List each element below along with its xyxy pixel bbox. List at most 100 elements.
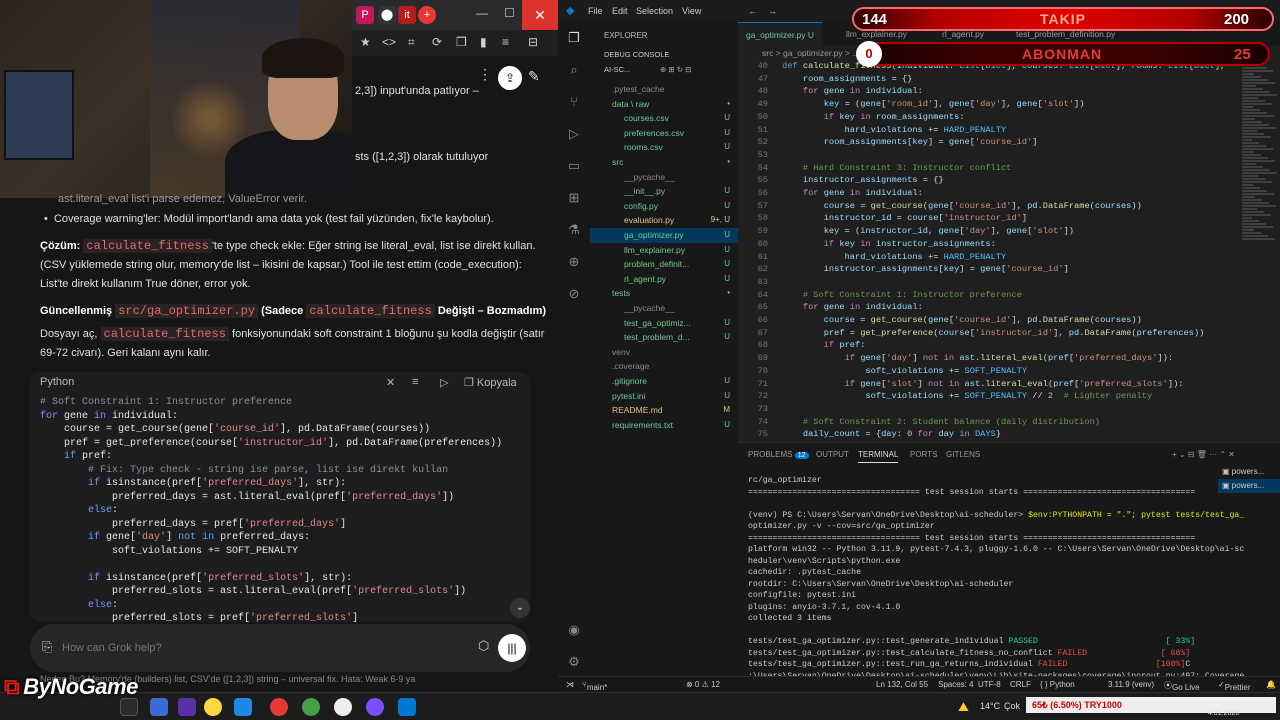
encoding[interactable]: UTF-8 xyxy=(978,680,1001,689)
store-icon[interactable] xyxy=(234,698,252,716)
new-tab-icon[interactable]: + xyxy=(418,6,436,24)
terminal-instance[interactable]: ▣ powers... xyxy=(1218,465,1280,479)
menu-icon[interactable]: ≡ xyxy=(502,35,509,49)
search-icon[interactable]: ⌕ xyxy=(566,62,582,78)
settings-gear-icon[interactable]: ⚙ xyxy=(566,654,582,670)
maximize-icon[interactable]: ☐ xyxy=(504,6,515,20)
remote-icon[interactable]: ▭ xyxy=(566,158,582,174)
explorer-app-icon[interactable] xyxy=(120,698,138,716)
new-terminal-icon[interactable]: + ⌄ ⊟ 🗑 ··· ⌃ ✕ xyxy=(1172,450,1235,459)
file-tree-item[interactable]: courses.csv U xyxy=(590,111,738,126)
file-tree-item[interactable]: test_ga_optimiz... U xyxy=(590,316,738,331)
file-tree-item[interactable]: tests • xyxy=(590,286,738,301)
file-tree-item[interactable]: .gitignore U xyxy=(590,374,738,389)
extensions-icon[interactable]: ⊞ xyxy=(566,190,582,206)
menu-file[interactable]: File xyxy=(588,6,603,16)
file-tree-item[interactable]: __pycache__ xyxy=(590,170,738,185)
terminal-instance[interactable]: ▣ powers... xyxy=(1218,479,1280,493)
app-icon[interactable] xyxy=(150,698,168,716)
file-tree-item[interactable]: preferences.csv U xyxy=(590,126,738,141)
file-tree-item[interactable]: test_problem_d... U xyxy=(590,330,738,345)
notifications-icon[interactable]: 🔔 xyxy=(1266,680,1276,689)
forward-icon[interactable]: → xyxy=(768,6,777,16)
source-control-icon[interactable]: ⑂ xyxy=(566,94,582,110)
file-tree-item[interactable]: __pycache__ xyxy=(590,301,738,316)
file-tree-item[interactable]: ga_optimizer.py U xyxy=(590,228,738,243)
minimize-icon[interactable]: — xyxy=(476,6,488,20)
voice-button[interactable]: ||| xyxy=(498,634,526,662)
branch-status[interactable]: ⑂ main* xyxy=(582,680,607,692)
explorer-actions-icon[interactable]: ⊕ ⊞ ↻ ⊟ xyxy=(660,63,691,78)
run-debug-icon[interactable]: ▷ xyxy=(566,126,582,142)
tab-ga-optimizer[interactable]: ga_optimizer.py U xyxy=(738,22,823,46)
file-tree-item[interactable]: rooms.csv U xyxy=(590,140,738,155)
testing-icon[interactable]: ⚗ xyxy=(566,222,582,238)
file-tree-item[interactable]: venv xyxy=(590,345,738,360)
model-icon[interactable]: ⬡ xyxy=(478,638,489,654)
file-tree-item[interactable]: .pytest_cache xyxy=(590,82,738,97)
github-tab-icon[interactable]: ⬤ xyxy=(378,6,396,24)
file-tree-item[interactable]: requirements.txt U xyxy=(590,418,738,433)
menu-edit[interactable]: Edit xyxy=(612,6,628,16)
more-icon[interactable]: ⋮ xyxy=(478,66,492,83)
date-display[interactable]: 4.01.2026 xyxy=(1208,710,1239,717)
tab-output[interactable]: OUTPUT xyxy=(816,450,849,459)
bookmark-icon[interactable]: ▮ xyxy=(480,35,487,49)
back-icon[interactable]: ← xyxy=(748,6,757,16)
problems-status[interactable]: ⊗ 0 ⚠ 12 xyxy=(686,680,720,689)
eol[interactable]: CRLF xyxy=(1010,680,1031,689)
file-tree-item[interactable]: config.py U xyxy=(590,199,738,214)
pinterest-tab-icon[interactable]: P xyxy=(356,6,374,24)
prettier-status[interactable]: ✓ Prettier xyxy=(1218,680,1251,692)
tab-gitlens[interactable]: GITLENS xyxy=(946,450,980,459)
browser-icon[interactable] xyxy=(302,698,320,716)
attach-icon[interactable]: ⎘ xyxy=(42,639,52,655)
app-icon[interactable] xyxy=(178,698,196,716)
file-tree-item[interactable]: README.md M xyxy=(590,403,738,418)
cursor-position[interactable]: Ln 132, Col 55 xyxy=(876,680,928,689)
app-icon[interactable] xyxy=(334,698,352,716)
menu-selection[interactable]: Selection xyxy=(636,6,673,16)
chrome-icon[interactable] xyxy=(204,698,222,716)
translate-icon[interactable]: ⌗ xyxy=(408,35,415,50)
code-icon[interactable]: <> xyxy=(382,35,396,49)
tab-terminal[interactable]: TERMINAL xyxy=(858,450,899,463)
file-tree-item[interactable]: .coverage xyxy=(590,359,738,374)
share-icon[interactable]: ⇪ xyxy=(498,66,522,90)
menu-view[interactable]: View xyxy=(682,6,701,16)
weather-temp[interactable]: 14°C xyxy=(980,701,1000,711)
gitlens-icon[interactable]: ⊕ xyxy=(566,254,582,270)
file-tree-item[interactable]: problem_definit... U xyxy=(590,257,738,272)
remote-status-icon[interactable]: ⋊ xyxy=(566,680,574,689)
edit-icon[interactable]: ✎ xyxy=(528,68,540,85)
minimap[interactable] xyxy=(1238,60,1280,442)
file-tree-item[interactable]: rl_agent.py U xyxy=(590,272,738,287)
scroll-down-button[interactable]: ⌄ xyxy=(510,598,530,618)
account-icon[interactable]: ◉ xyxy=(566,622,582,638)
opera-icon[interactable] xyxy=(270,698,288,716)
ext2-icon[interactable]: ⊟ xyxy=(528,35,538,49)
collapse-icon[interactable]: ✕ xyxy=(386,376,395,389)
file-tree-item[interactable]: __init__.py U xyxy=(590,184,738,199)
weather-desc[interactable]: Çok xyxy=(1004,701,1020,711)
history-icon[interactable]: ⊘ xyxy=(566,286,582,302)
close-icon[interactable]: ✕ xyxy=(522,0,558,30)
indentation[interactable]: Spaces: 4 xyxy=(938,680,974,689)
tab-icon[interactable]: it xyxy=(398,6,416,24)
file-tree-item[interactable]: data \ raw • xyxy=(590,97,738,112)
language-mode[interactable]: { } Python xyxy=(1040,680,1075,689)
star-icon[interactable]: ★ xyxy=(360,35,371,49)
explorer-icon[interactable]: ❐ xyxy=(566,30,582,46)
vscode-taskbar-icon[interactable] xyxy=(398,698,416,716)
go-live[interactable]: ⦿ Go Live xyxy=(1164,680,1200,692)
file-tree-item[interactable]: evaluation.py 9+, U xyxy=(590,213,738,228)
wrap-icon[interactable]: ≡ xyxy=(412,376,418,388)
copy-button[interactable]: ❐ Kopyala xyxy=(464,376,517,389)
workspace-section[interactable]: AI-SC... ⊕ ⊞ ↻ ⊟ xyxy=(590,63,738,78)
debug-console-section[interactable]: DEBUG CONSOLE xyxy=(590,48,738,63)
code-editor[interactable]: 40 def calculate_fitness(individual: List… xyxy=(738,60,1238,442)
ask-input[interactable] xyxy=(62,637,442,659)
run-icon[interactable]: ▷ xyxy=(440,376,448,389)
file-tree-item[interactable]: src • xyxy=(590,155,738,170)
refresh-icon[interactable]: ⟳ xyxy=(432,35,442,49)
